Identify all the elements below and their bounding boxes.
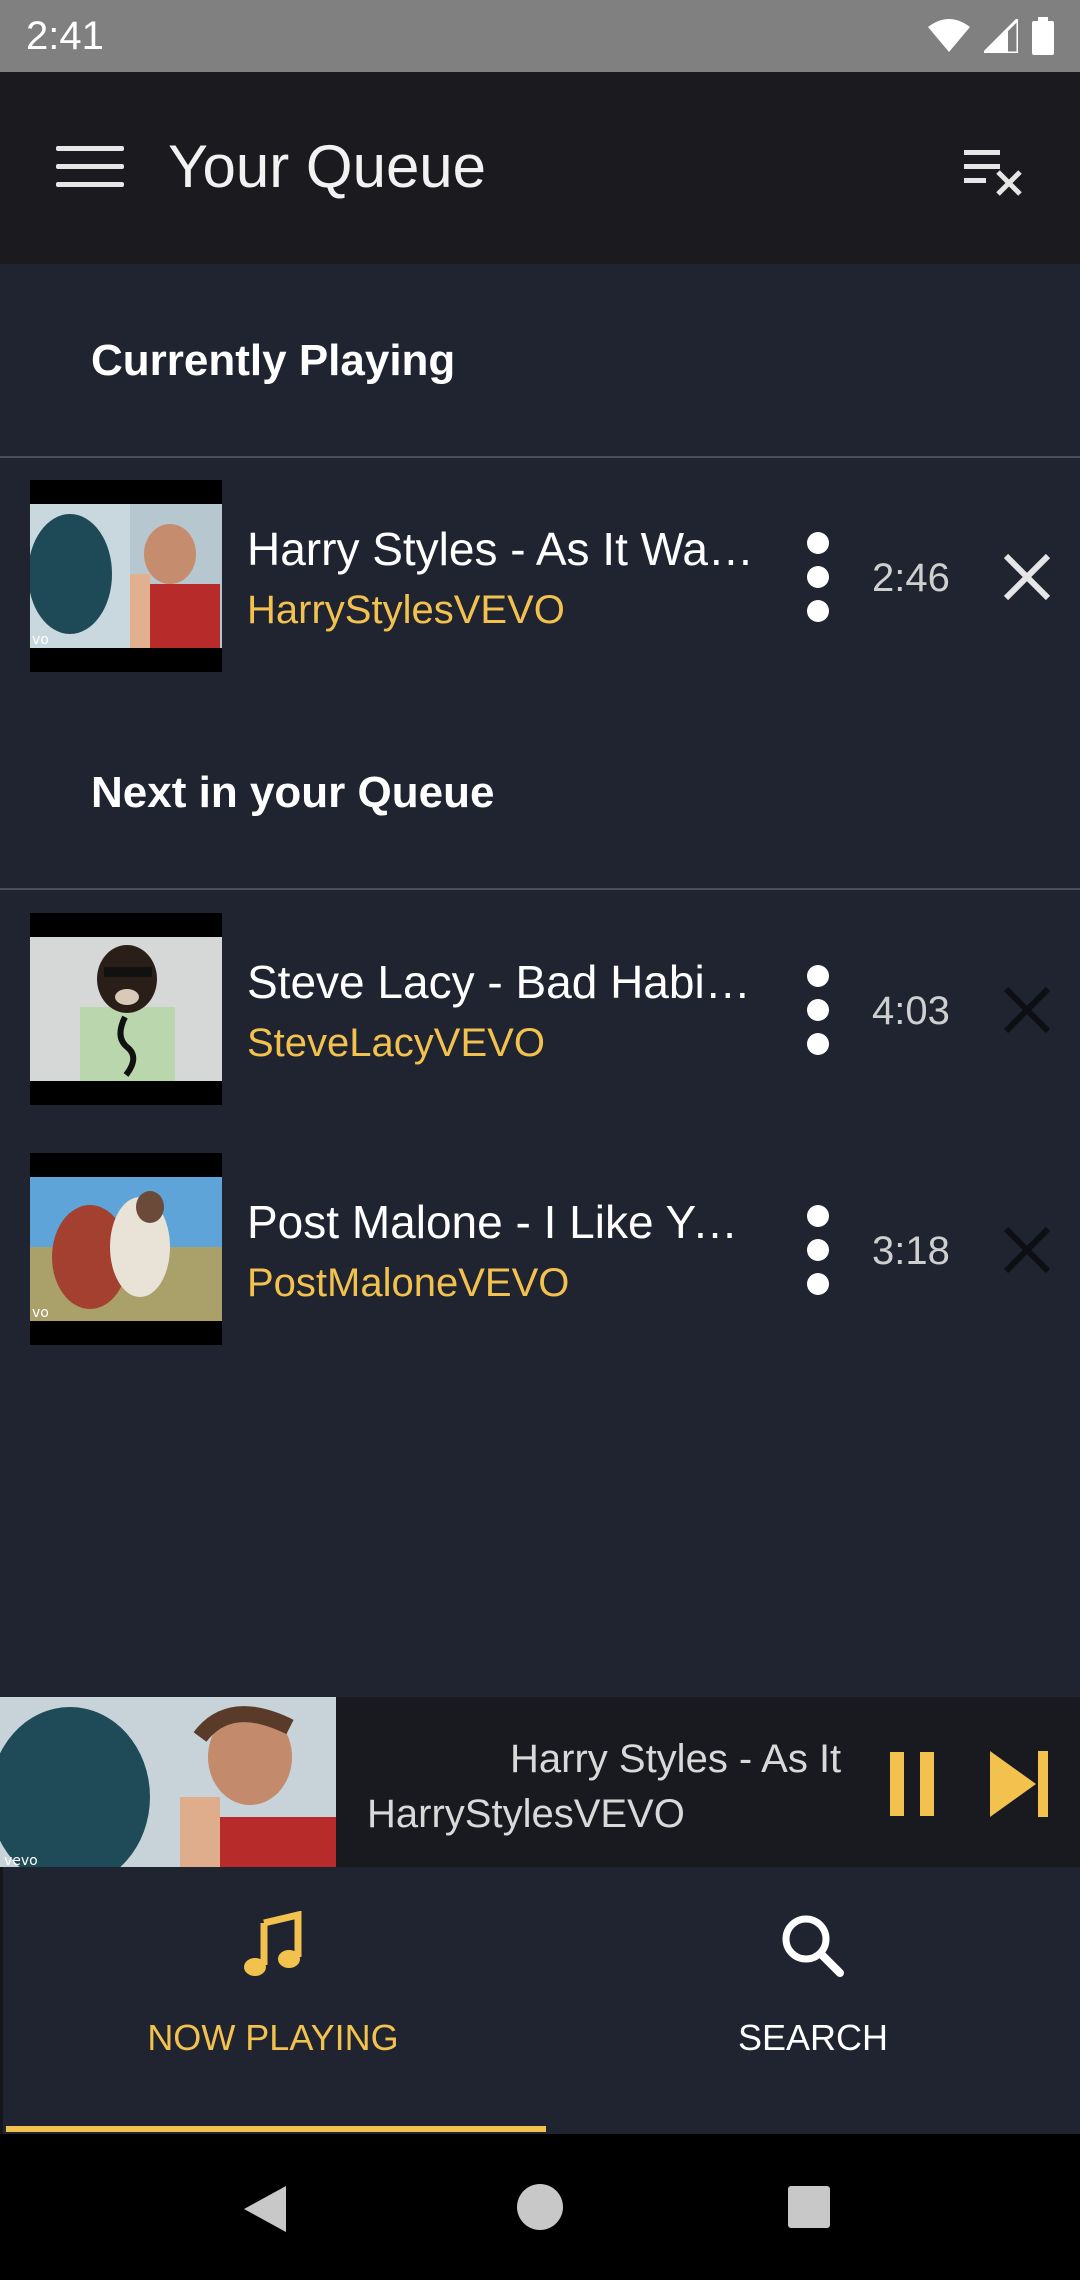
queue-item-duration: 3:18 <box>872 1229 950 1273</box>
status-icons <box>928 17 1054 55</box>
more-options-icon[interactable] <box>800 532 836 622</box>
status-time: 2:41 <box>26 13 104 58</box>
skip-next-icon[interactable] <box>990 1749 1050 1819</box>
current-queue-item[interactable]: vo Harry Styles - As It Was (Official Vi… <box>0 480 1080 672</box>
app-bar: Your Queue <box>0 72 1080 264</box>
tab-search-label: SEARCH <box>737 2017 889 2058</box>
battery-icon <box>1032 17 1054 55</box>
current-item-channel: HarryStylesVEVO <box>247 588 565 632</box>
queue-item-title: Steve Lacy - Bad Habit (Official Video) <box>247 956 757 1008</box>
close-icon[interactable] <box>1000 1223 1054 1277</box>
pause-icon[interactable] <box>890 1752 934 1816</box>
search-icon <box>782 1915 844 1977</box>
status-bar: 2:41 <box>0 0 1080 72</box>
queue-item-channel: SteveLacyVEVO <box>247 1021 545 1065</box>
home-icon[interactable] <box>517 2184 563 2230</box>
queue-item[interactable]: vo Post Malone - I Like You (A Happier S… <box>0 1153 1080 1345</box>
tab-search[interactable]: SEARCH <box>543 1867 1080 2134</box>
mini-player[interactable]: vevo Harry Styles - As It HarryStylesVEV… <box>0 1697 1080 1867</box>
divider <box>0 888 1080 890</box>
mini-player-channel: HarryStylesVEVO <box>367 1792 685 1836</box>
section-title-next-in-queue: Next in your Queue <box>91 768 495 817</box>
tab-now-playing[interactable]: NOW PLAYING <box>3 1867 543 2134</box>
tab-now-playing-label: NOW PLAYING <box>147 2017 399 2058</box>
mini-player-title: Harry Styles - As It <box>510 1737 842 1781</box>
queue-item-channel: PostMaloneVEVO <box>247 1261 570 1305</box>
signal-icon <box>984 19 1018 53</box>
thumbnail-post-malone: vo <box>30 1153 222 1345</box>
current-item-duration: 2:46 <box>872 556 950 600</box>
mini-player-thumbnail: vevo <box>0 1697 336 1867</box>
close-icon[interactable] <box>1000 983 1054 1037</box>
svg-text:vo: vo <box>32 632 49 648</box>
clear-queue-icon[interactable] <box>958 142 1028 202</box>
divider <box>0 456 1080 458</box>
close-icon[interactable] <box>1000 550 1054 604</box>
recents-icon[interactable] <box>788 2186 830 2228</box>
svg-text:vevo: vevo <box>4 1853 38 1867</box>
menu-icon[interactable] <box>56 146 124 196</box>
thumbnail-steve-lacy <box>30 913 222 1105</box>
wifi-icon <box>928 19 970 52</box>
queue-item-duration: 4:03 <box>872 989 950 1033</box>
bottom-nav: NOW PLAYING SEARCH <box>0 1867 1080 2134</box>
queue-item[interactable]: Steve Lacy - Bad Habit (Official Video) … <box>0 913 1080 1105</box>
queue-item-title: Post Malone - I Like You (A Happier Song… <box>247 1196 757 1248</box>
more-options-icon[interactable] <box>800 965 836 1055</box>
tab-indicator <box>6 2126 546 2132</box>
page-title: Your Queue <box>168 133 487 200</box>
music-note-icon <box>244 1911 302 1976</box>
current-item-title: Harry Styles - As It Was (Official Video… <box>247 523 757 575</box>
thumbnail-harry-styles: vo <box>30 480 222 672</box>
back-icon[interactable] <box>242 2184 288 2234</box>
more-options-icon[interactable] <box>800 1205 836 1295</box>
system-navigation-bar <box>0 2134 1080 2280</box>
section-title-currently-playing: Currently Playing <box>91 336 456 385</box>
svg-text:vo: vo <box>32 1305 49 1321</box>
